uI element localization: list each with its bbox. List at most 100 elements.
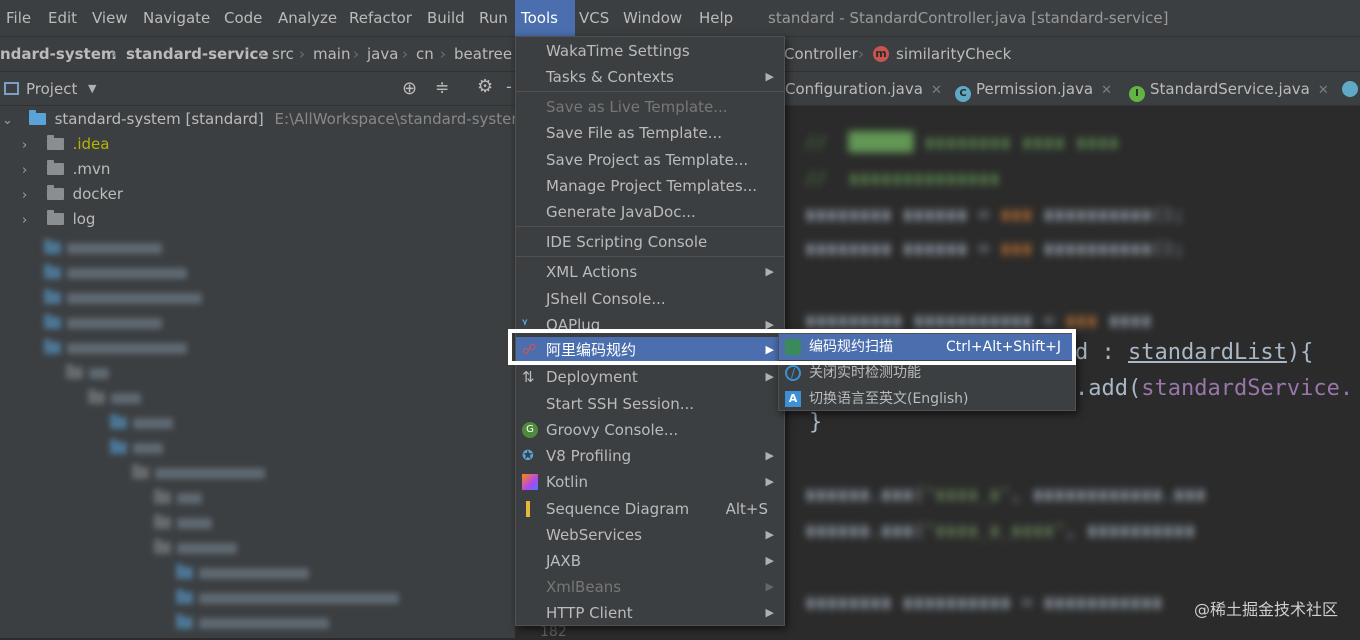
menu-item-manage-templates[interactable]: Manage Project Templates... [516, 173, 784, 199]
tree-item-label: docker [72, 185, 124, 203]
breadcrumb-item[interactable]: ndard-system [0, 37, 117, 71]
menu-item-tasks-contexts[interactable]: Tasks & Contexts ▶ [516, 64, 784, 90]
menu-navigate[interactable]: Navigate [137, 0, 216, 36]
tree-item[interactable]: › .idea [22, 132, 109, 157]
breadcrumb-item[interactable]: java [367, 37, 398, 71]
code-token: ){ [1286, 340, 1314, 365]
window-title: standard - StandardController.java [stan… [768, 9, 1169, 27]
kotlin-icon [522, 474, 538, 490]
menu-item-deployment[interactable]: ⇅ Deployment ▶ [516, 364, 784, 390]
collapse-all-icon[interactable]: ≑ [435, 79, 453, 97]
breadcrumb-item[interactable]: main [313, 37, 350, 71]
menu-item-start-ssh-session[interactable]: Start SSH Session... [516, 391, 784, 417]
breadcrumb-item[interactable]: standard-service [126, 37, 269, 71]
close-icon[interactable]: ✕ [1318, 83, 1329, 98]
breadcrumb-item[interactable]: beatree [454, 37, 512, 71]
menu-item-xml-actions[interactable]: XML Actions ▶ [516, 259, 784, 285]
breadcrumb-separator-icon: › [402, 45, 408, 63]
menu-item-webservices[interactable]: WebServices ▶ [516, 522, 784, 548]
tree-item[interactable]: › docker [22, 182, 123, 207]
breadcrumb-item[interactable]: cn [416, 37, 434, 71]
menu-window[interactable]: Window [617, 0, 688, 36]
menu-refactor[interactable]: Refactor [343, 0, 418, 36]
menu-item-v8-profiling[interactable]: ✪ V8 Profiling ▶ [516, 443, 784, 469]
language-icon: A [785, 391, 801, 407]
watermark: @稀土掘金技术社区 [1193, 600, 1338, 619]
close-icon[interactable]: ✕ [931, 83, 942, 98]
menu-item-http-client[interactable]: HTTP Client ▶ [516, 600, 784, 626]
tab-label: StandardService.java [1150, 80, 1310, 98]
menu-item-sequence-diagram[interactable]: Sequence Diagram Alt+S [516, 496, 784, 522]
submenu-item-switch-language[interactable]: A 切换语言至英文(English) [779, 386, 1075, 412]
menu-item-wakatime-settings[interactable]: WakaTime Settings [516, 38, 784, 64]
folder-icon [46, 185, 64, 200]
folder-icon [46, 210, 64, 225]
locate-icon[interactable]: ⊕ [402, 80, 420, 98]
menu-vcs[interactable]: VCS [573, 0, 615, 36]
tab-label: Configuration.java [785, 80, 923, 98]
editor-tabs: Configuration.java ✕ C Permission.java ✕ IS… [785, 72, 1360, 106]
code-line-add: .add(standardService. [1075, 376, 1353, 401]
close-icon[interactable]: ✕ [1101, 83, 1112, 98]
highlight-box [508, 329, 1076, 365]
gear-icon[interactable]: ⚙ [477, 78, 495, 96]
menu-item-jaxb[interactable]: JAXB ▶ [516, 548, 784, 574]
menu-file[interactable]: File [0, 0, 37, 36]
menu-item-jshell-console[interactable]: JShell Console... [516, 286, 784, 312]
menu-help[interactable]: Help [693, 0, 739, 36]
menu-code[interactable]: Code [218, 0, 268, 36]
sequence-diagram-icon [526, 501, 530, 517]
tab-standard-service[interactable]: I StandardService.java ✕ [1129, 72, 1329, 106]
chevron-right-icon: ▶ [765, 70, 774, 83]
menu-analyze[interactable]: Analyze [272, 0, 343, 36]
tree-root-label: standard-system [standard] [54, 110, 264, 128]
breadcrumb-method[interactable]: similarityCheck [896, 37, 1011, 71]
menu-item-save-file-template[interactable]: Save File as Template... [516, 120, 784, 146]
deployment-icon: ⇅ [522, 368, 535, 386]
menu-item-groovy-console[interactable]: G Groovy Console... [516, 417, 784, 443]
menu-build[interactable]: Build [421, 0, 471, 36]
chevron-down-icon[interactable]: ⌄ [2, 108, 16, 133]
chevron-right-icon[interactable]: › [22, 133, 36, 158]
chevron-right-icon: ▶ [765, 554, 774, 567]
tab-permission[interactable]: C Permission.java ✕ [955, 72, 1112, 106]
tree-item-label: log [72, 210, 96, 228]
breadcrumb-item[interactable]: src [272, 37, 294, 71]
disable-icon: / [785, 365, 801, 381]
chevron-right-icon[interactable]: › [22, 158, 36, 183]
chevron-right-icon: ▶ [765, 475, 774, 488]
interface-icon: I [1129, 86, 1145, 102]
class-icon: C [955, 86, 971, 102]
tree-root-path: E:\AllWorkspace\standard-system [274, 110, 515, 128]
method-icon: m [873, 46, 889, 62]
chevron-right-icon[interactable]: › [22, 183, 36, 208]
chevron-right-icon: ▶ [765, 580, 774, 593]
shortcut-label: Alt+S [725, 500, 768, 518]
chevron-right-icon[interactable]: › [22, 208, 36, 233]
blurred-comment: // ██████ ▮▮▮▮▮▮▮▮ ▮▮▮▮ ▮▮▮▮ [805, 132, 1120, 153]
blurred-code: ▮▮▮▮▮▮▮▮ ▮▮▮▮▮▮ = ▮▮▮ ▮▮▮▮▮▮▮▮▮▮(); [805, 204, 1185, 225]
menu-item-generate-javadoc[interactable]: Generate JavaDoc... [516, 199, 784, 225]
project-toolbar: Project ▼ ⊕ ≑ ⚙ - [0, 72, 515, 106]
tree-item[interactable]: › log [22, 207, 95, 232]
blurred-tree-content [0, 234, 515, 638]
project-view-selector[interactable]: Project [26, 72, 77, 106]
breadcrumb-separator-icon: › [353, 45, 359, 63]
menu-run[interactable]: Run [473, 0, 514, 36]
chevron-down-icon[interactable]: ▼ [88, 72, 96, 106]
menu-item-kotlin[interactable]: Kotlin ▶ [516, 469, 784, 495]
menu-edit[interactable]: Edit [42, 0, 83, 36]
breadcrumb-class[interactable]: Controller [784, 37, 858, 71]
menu-item-save-project-template[interactable]: Save Project as Template... [516, 147, 784, 173]
menu-tools[interactable]: Tools [515, 0, 575, 36]
tree-root[interactable]: ⌄ standard-system [standard] E:\AllWorks… [0, 107, 515, 132]
menu-divider [516, 91, 784, 92]
tab-configuration[interactable]: Configuration.java ✕ [785, 72, 942, 106]
tree-item[interactable]: › .mvn [22, 157, 110, 182]
code-token: .add( [1075, 376, 1142, 401]
menu-item-ide-scripting-console[interactable]: IDE Scripting Console [516, 229, 784, 255]
chevron-right-icon: ▶ [765, 265, 774, 278]
tree-item-label: .idea [72, 135, 110, 153]
hide-icon[interactable]: - [506, 78, 515, 96]
menu-view[interactable]: View [86, 0, 134, 36]
